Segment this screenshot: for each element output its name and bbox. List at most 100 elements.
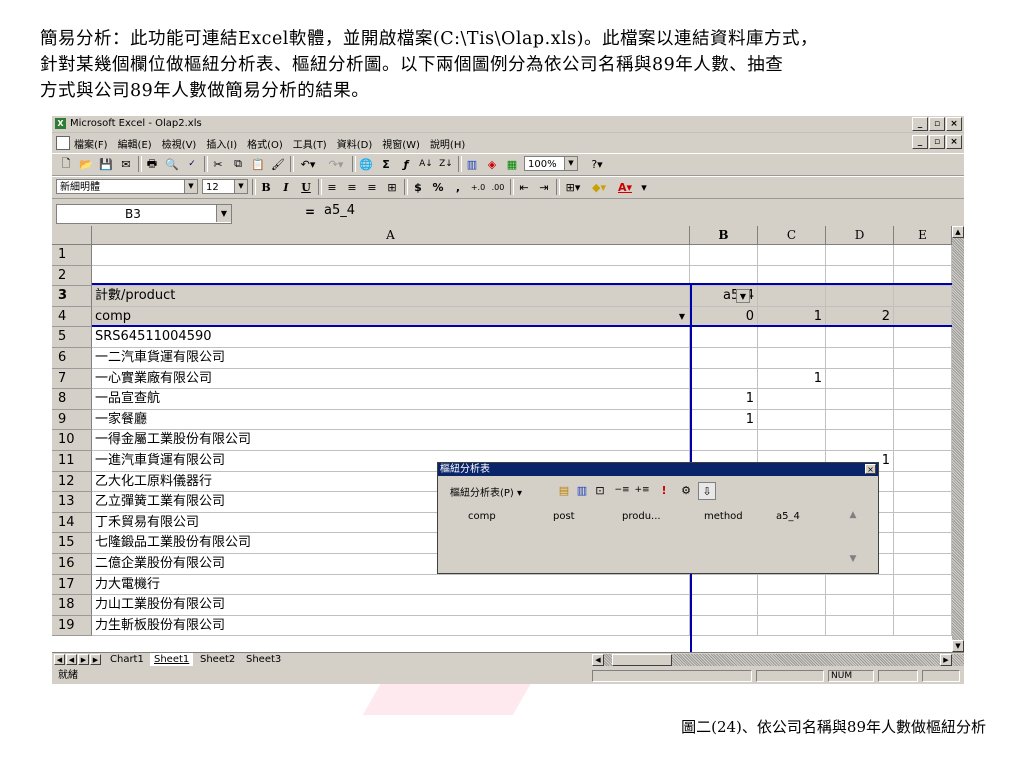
format-report-icon[interactable]: ▤	[556, 482, 572, 498]
new-file-icon[interactable]: 🗋	[58, 156, 74, 172]
cell-b[interactable]	[690, 368, 758, 390]
increase-decimal-icon[interactable]: +.0	[470, 179, 486, 195]
pivot-field-a5_4[interactable]: a5_4	[776, 511, 800, 522]
row-header[interactable]: 11	[52, 451, 92, 472]
borders-icon[interactable]: ⊞▾	[562, 179, 584, 195]
comp-field-dropdown-icon[interactable]: ▼	[676, 311, 688, 323]
paste-icon[interactable]: 📋	[250, 156, 266, 172]
cell-e[interactable]	[894, 492, 952, 513]
pivot-field-comp[interactable]: comp	[468, 511, 496, 522]
decrease-decimal-icon[interactable]: .00	[490, 179, 506, 195]
select-all-corner[interactable]	[52, 226, 92, 245]
name-box[interactable]: B3 ▼	[56, 204, 232, 224]
sheet-tab-sheet2[interactable]: Sheet2	[196, 653, 239, 666]
cell-a[interactable]	[92, 245, 690, 266]
scroll-down-icon[interactable]: ▼	[846, 551, 860, 567]
menu-data[interactable]: 資料(D)	[337, 136, 373, 151]
cell-a[interactable]: 一家餐廳	[92, 409, 690, 431]
underline-icon[interactable]: U	[298, 179, 314, 195]
row-header[interactable]: 5	[52, 327, 92, 348]
column-header-a[interactable]: A	[92, 226, 690, 245]
align-right-icon[interactable]: ≡	[364, 179, 380, 195]
cell-d[interactable]	[826, 389, 894, 410]
cell-c[interactable]: 1	[758, 368, 826, 390]
sort-ascending-icon[interactable]: A↓	[418, 156, 434, 172]
cell-d[interactable]	[826, 368, 894, 390]
function-icon[interactable]: ƒ	[398, 156, 414, 172]
cell-e[interactable]	[894, 574, 952, 596]
cell-d[interactable]	[826, 615, 894, 637]
sort-descending-icon[interactable]: Z↓	[438, 156, 454, 172]
email-icon[interactable]: ✉	[118, 156, 134, 172]
cell-c[interactable]	[758, 574, 826, 596]
cell-c[interactable]	[758, 389, 826, 410]
row-header[interactable]: 7	[52, 368, 92, 390]
row-header[interactable]: 16	[52, 554, 92, 575]
cell-e[interactable]	[894, 533, 952, 554]
menu-format[interactable]: 格式(O)	[247, 136, 283, 151]
close-icon[interactable]: ×	[865, 464, 876, 474]
menu-file[interactable]: 檔案(F)	[74, 136, 108, 151]
scroll-down-icon[interactable]: ▼	[952, 640, 964, 652]
chart-wizard-icon[interactable]: ▥	[464, 156, 480, 172]
chevron-down-icon[interactable]: ▼	[234, 180, 247, 193]
sheet-tab-sheet3[interactable]: Sheet3	[242, 653, 285, 666]
scroll-right-icon[interactable]: ▶	[940, 654, 952, 666]
show-detail-icon[interactable]: +≡	[634, 482, 650, 498]
cell-a[interactable]: 力山工業股份有限公司	[92, 595, 690, 616]
chevron-down-icon[interactable]: ▼	[564, 157, 577, 170]
cell-a[interactable]: 一二汽車貨運有限公司	[92, 348, 690, 369]
cell-e[interactable]	[894, 451, 952, 472]
row-header[interactable]: 1	[52, 245, 92, 266]
a5_4-field-dropdown-icon[interactable]: ▼	[736, 289, 750, 304]
menu-view[interactable]: 檢視(V)	[162, 136, 197, 151]
cell-a[interactable]: 一品宣查航	[92, 389, 690, 410]
save-icon[interactable]: 💾	[98, 156, 114, 172]
font-color-icon[interactable]: A▾	[614, 179, 636, 195]
row-header[interactable]: 8	[52, 389, 92, 410]
menu-help[interactable]: 說明(H)	[430, 136, 465, 151]
menu-edit[interactable]: 編輯(E)	[118, 136, 152, 151]
cell-d[interactable]	[826, 245, 894, 266]
cell-e[interactable]	[894, 348, 952, 369]
row-header[interactable]: 17	[52, 574, 92, 596]
first-sheet-icon[interactable]: ◀	[54, 654, 65, 665]
row-header[interactable]: 4	[52, 306, 92, 328]
vertical-scrollbar[interactable]: ▲ ▼	[952, 226, 964, 652]
restore-button[interactable]: ▫	[929, 117, 945, 131]
previous-sheet-icon[interactable]: ◀	[66, 654, 77, 665]
cell-e[interactable]	[894, 595, 952, 616]
formula-input[interactable]: a5_4	[324, 203, 355, 218]
cell-e[interactable]	[894, 409, 952, 431]
document-icon[interactable]	[56, 136, 70, 150]
chevron-down-icon[interactable]: ▼	[216, 205, 231, 222]
scroll-up-icon[interactable]: ▲	[952, 226, 964, 238]
cell-b[interactable]	[690, 348, 758, 369]
cell-c[interactable]	[758, 430, 826, 451]
cell-a[interactable]: 計數/product	[92, 286, 690, 307]
cell-e[interactable]	[894, 327, 952, 348]
row-header[interactable]: 14	[52, 512, 92, 534]
row-header[interactable]: 10	[52, 430, 92, 451]
horizontal-scrollbar[interactable]: ◀ ▶	[592, 654, 964, 666]
cell-e[interactable]	[894, 430, 952, 451]
pivot-table-menu[interactable]: 樞紐分析表(P) ▾	[450, 484, 522, 499]
refresh-data-icon[interactable]: !	[658, 482, 670, 498]
column-header-d[interactable]: D	[826, 226, 894, 245]
decrease-indent-icon[interactable]: ⇤	[516, 179, 532, 195]
hyperlink-icon[interactable]: 🌐	[358, 156, 374, 172]
cell-a[interactable]: SRS64511004590	[92, 327, 690, 348]
excel-app-icon[interactable]: X	[55, 118, 66, 129]
row-header[interactable]: 3	[52, 286, 92, 307]
column-header-c[interactable]: C	[758, 226, 826, 245]
font-name-select[interactable]: 新細明體 ▼	[56, 179, 198, 194]
italic-icon[interactable]: I	[278, 179, 294, 195]
map-icon[interactable]: ◈	[484, 156, 500, 172]
open-folder-icon[interactable]: 📂	[78, 156, 94, 172]
pivot-chart-icon[interactable]: ▥	[574, 482, 590, 498]
row-header[interactable]: 9	[52, 409, 92, 431]
pivot-field-product[interactable]: produ...	[622, 511, 661, 522]
column-header-e[interactable]: E	[894, 226, 952, 245]
row-header[interactable]: 2	[52, 265, 92, 287]
row-header[interactable]: 13	[52, 492, 92, 513]
